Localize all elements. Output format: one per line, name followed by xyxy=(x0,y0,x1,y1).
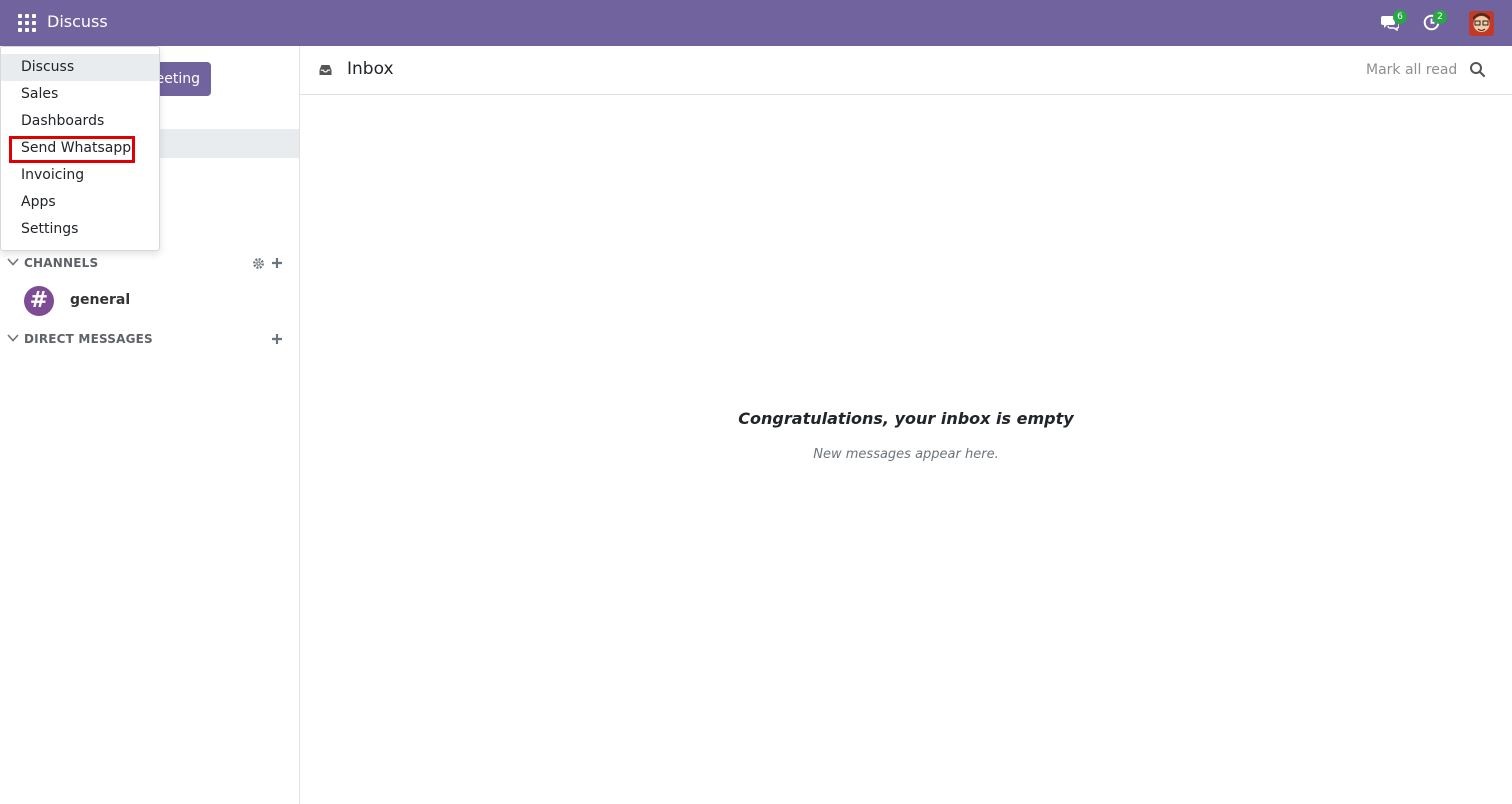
empty-inbox-subtitle: New messages appear here. xyxy=(813,447,999,462)
activities-menu[interactable]: 2 xyxy=(1416,0,1448,46)
chevron-down-icon xyxy=(7,334,19,342)
gear-icon[interactable] xyxy=(252,257,265,270)
apps-grid-icon[interactable] xyxy=(18,14,36,32)
menu-item-sales[interactable]: Sales xyxy=(1,81,159,108)
channel-name: general xyxy=(70,292,131,308)
menu-item-settings[interactable]: Settings xyxy=(1,216,159,243)
page-title: Inbox xyxy=(347,59,394,79)
menu-item-dashboards[interactable]: Dashboards xyxy=(1,108,159,135)
channels-label: CHANNELS xyxy=(24,256,99,270)
menu-item-send-whatsapp[interactable]: Send Whatsapp xyxy=(1,135,159,162)
menu-item-discuss[interactable]: Discuss xyxy=(1,54,159,81)
main-header: Inbox Mark all read xyxy=(300,46,1512,95)
empty-inbox-title: Congratulations, your inbox is empty xyxy=(738,409,1074,428)
channel-item-general[interactable]: # general xyxy=(0,284,299,320)
menu-item-apps[interactable]: Apps xyxy=(1,189,159,216)
chevron-down-icon xyxy=(7,258,19,266)
messages-badge: 6 xyxy=(1393,10,1407,24)
messages-menu[interactable]: 6 xyxy=(1374,0,1407,46)
menu-item-invoicing[interactable]: Invoicing xyxy=(1,162,159,189)
hash-icon: # xyxy=(24,286,54,316)
search-icon[interactable] xyxy=(1469,61,1486,78)
app-title[interactable]: Discuss xyxy=(47,12,108,31)
apps-dropdown-menu: Discuss Sales Dashboards Send Whatsapp I… xyxy=(0,46,160,251)
top-navbar: Discuss 6 2 xyxy=(0,0,1512,46)
add-chat-plus-icon[interactable] xyxy=(271,333,283,345)
direct-messages-section-header[interactable]: DIRECT MESSAGES xyxy=(0,329,299,349)
start-meeting-label: eeting xyxy=(155,71,200,87)
main-panel: Inbox Mark all read Congratulations, you… xyxy=(300,46,1512,804)
add-channel-plus-icon[interactable] xyxy=(271,257,283,269)
direct-messages-label: DIRECT MESSAGES xyxy=(24,332,153,346)
channels-section-header[interactable]: CHANNELS xyxy=(0,253,299,273)
inbox-icon xyxy=(319,65,332,75)
mark-all-read-button[interactable]: Mark all read xyxy=(1366,62,1457,78)
user-avatar[interactable] xyxy=(1469,11,1494,36)
activities-badge: 2 xyxy=(1433,10,1447,24)
